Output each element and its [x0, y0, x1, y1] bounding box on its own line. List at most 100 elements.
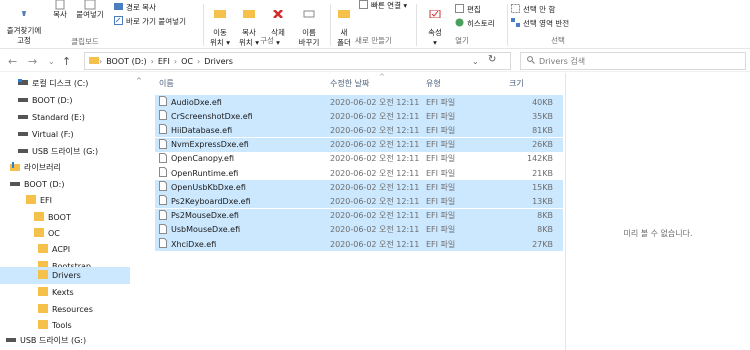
copy-path-button[interactable]: 경로 복사: [114, 2, 156, 13]
delete-icon: [266, 9, 290, 19]
folder-icon: [38, 244, 48, 255]
quick-access-icon: [359, 0, 368, 11]
file-type: EFI 파일: [426, 239, 456, 249]
file-row[interactable]: OpenCanopy.efi 2020-06-02 오전 12:11 EFI 파일 1…: [155, 152, 563, 166]
drive-icon: [18, 96, 28, 105]
organize-group: 이동 위치 ▾ 복사 위치 ▾ 삭제 ▾ 이름 바꾸기 구성: [204, 0, 330, 49]
column-header-type[interactable]: 유형: [426, 73, 441, 93]
file-date: 2020-06-02 오전 12:11: [330, 111, 420, 121]
file-row[interactable]: Ps2KeyboardDxe.efi 2020-06-02 오전 12:11 EFI…: [155, 194, 563, 209]
file-row[interactable]: OpenRuntime.efi 2020-06-02 오전 12:11 EFI 파일…: [155, 166, 563, 180]
select-none-icon: [511, 4, 520, 15]
file-icon: [159, 223, 167, 236]
preview-pane: 미리 볼 수 없습니다.: [565, 73, 750, 350]
file-name: NvmExpressDxe.efi: [171, 140, 249, 150]
properties-icon: [423, 9, 447, 19]
copy-button[interactable]: 복사: [48, 0, 72, 20]
recent-locations-chevron-icon[interactable]: ⌄: [48, 57, 55, 66]
copy-icon: [48, 0, 72, 10]
breadcrumb-boot[interactable]: BOOT (D:): [106, 57, 146, 66]
file-name-cell: UsbMouseDxe.efi: [159, 223, 240, 236]
folder-icon: [38, 287, 48, 298]
navigation-scrollbar[interactable]: ^: [135, 73, 145, 350]
back-arrow-icon[interactable]: ←: [8, 55, 17, 68]
chevron-right-icon: ›: [196, 56, 201, 66]
quick-access-button[interactable]: 빠른 연결 ▾: [359, 0, 407, 11]
file-type: EFI 파일: [426, 97, 456, 107]
file-row[interactable]: NvmExpressDxe.efi 2020-06-02 오전 12:11 EFI …: [155, 137, 563, 152]
folder-icon: [34, 212, 44, 223]
paste-button[interactable]: 붙여넣기: [74, 0, 106, 20]
file-row[interactable]: AudioDxe.efi 2020-06-02 오전 12:11 EFI 파일 40K…: [155, 95, 563, 109]
file-name-cell: CrScreenshotDxe.efi: [159, 110, 253, 122]
search-input[interactable]: Drivers 검색: [520, 52, 746, 70]
folder-small-icon: [89, 56, 99, 66]
file-row[interactable]: Ps2MouseDxe.efi 2020-06-02 오전 12:11 EFI 파일…: [155, 208, 563, 223]
file-name: XhciDxe.efi: [171, 239, 217, 249]
file-name-cell: XhciDxe.efi: [159, 238, 216, 250]
file-row[interactable]: UsbMouseDxe.efi 2020-06-02 오전 12:11 EFI 파일…: [155, 222, 563, 237]
file-row[interactable]: XhciDxe.efi 2020-06-02 오전 12:11 EFI 파일 27KB: [155, 237, 563, 251]
tree-item-virtual-f[interactable]: Virtual (F:): [18, 126, 130, 143]
scroll-up-icon[interactable]: ^: [136, 77, 142, 85]
chevron-right-icon: ›: [150, 56, 154, 66]
address-dropdown-icon[interactable]: ⌄: [472, 57, 479, 66]
select-group-title: 선택: [551, 36, 565, 45]
tree-item-resources[interactable]: Resources: [38, 301, 130, 318]
drive-icon: [18, 130, 28, 139]
tree-item-acpi[interactable]: ACPI: [38, 241, 130, 258]
file-date: 2020-06-02 오전 12:11: [330, 140, 420, 150]
drive-icon: [10, 180, 20, 189]
tree-item-usb-g-bottom[interactable]: USB 드라이브 (G:): [6, 332, 130, 349]
address-box[interactable]: › BOOT (D:) › EFI › OC › Drivers ⌄: [84, 52, 511, 70]
file-type: EFI 파일: [426, 140, 456, 150]
tree-item-oc[interactable]: OC: [34, 225, 130, 242]
select-none-button[interactable]: 선택 안 함: [511, 4, 555, 15]
file-size: 35KB: [532, 111, 553, 121]
file-name: Ps2MouseDxe.efi: [171, 211, 239, 221]
file-row[interactable]: OpenUsbKbDxe.efi 2020-06-02 오전 12:11 EFI 파…: [155, 180, 563, 195]
file-icon: [159, 110, 167, 122]
refresh-icon[interactable]: ↻: [488, 54, 496, 65]
new-group-title: 새로 만들기: [355, 36, 392, 45]
tree-item-boot-d[interactable]: BOOT (D:): [18, 92, 130, 109]
copy-path-icon: [114, 3, 123, 12]
column-header-name[interactable]: 이름: [159, 73, 174, 93]
copy-to-icon: [235, 10, 263, 18]
move-to-icon: [206, 10, 234, 18]
file-size: 8KB: [537, 225, 553, 235]
file-type: EFI 파일: [426, 182, 456, 192]
tree-item-efi[interactable]: EFI: [26, 192, 130, 209]
up-arrow-icon[interactable]: ↑: [62, 55, 71, 68]
edit-button[interactable]: 편집: [455, 4, 481, 15]
file-date: 2020-06-02 오전 12:11: [330, 239, 420, 249]
file-date: 2020-06-02 오전 12:11: [330, 168, 420, 178]
sort-ascending-icon: ^: [379, 73, 385, 81]
folder-icon: [26, 195, 36, 206]
paste-shortcut-button[interactable]: 바로 가기 붙여넣기: [114, 16, 186, 27]
breadcrumb-oc[interactable]: OC: [181, 57, 193, 66]
tree-item-boot-folder[interactable]: BOOT: [34, 209, 130, 226]
file-icon: [159, 124, 167, 136]
tree-item-standard-e[interactable]: Standard (E:): [18, 109, 130, 126]
file-size: 27KB: [532, 239, 553, 249]
tree-item-boot-d-expanded[interactable]: BOOT (D:): [10, 176, 130, 193]
file-row[interactable]: HiiDatabase.efi 2020-06-02 오전 12:11 EFI 파일…: [155, 123, 563, 138]
column-header-size[interactable]: 크기: [509, 73, 524, 93]
tree-item-drivers[interactable]: Drivers: [0, 267, 130, 284]
preview-message: 미리 볼 수 없습니다.: [623, 229, 693, 238]
history-button[interactable]: 히스토리: [455, 18, 495, 29]
tree-item-local-disk-c[interactable]: 로컬 디스크 (C:): [18, 75, 130, 92]
tree-item-kexts[interactable]: Kexts: [38, 284, 130, 301]
file-name: OpenRuntime.efi: [171, 168, 239, 178]
forward-arrow-icon[interactable]: →: [28, 55, 37, 68]
breadcrumb-drivers[interactable]: Drivers: [204, 57, 233, 66]
tree-item-usb-g[interactable]: USB 드라이브 (G:): [18, 143, 130, 160]
column-header-date[interactable]: 수정한 날짜: [330, 73, 369, 93]
file-size: 21KB: [532, 168, 553, 178]
tree-item-library[interactable]: 라이브러리: [10, 159, 130, 176]
file-type: EFI 파일: [426, 225, 456, 235]
invert-selection-button[interactable]: 선택 영역 반전: [511, 18, 569, 29]
file-row[interactable]: CrScreenshotDxe.efi 2020-06-02 오전 12:11 EF…: [155, 109, 563, 124]
breadcrumb-efi[interactable]: EFI: [158, 57, 170, 66]
